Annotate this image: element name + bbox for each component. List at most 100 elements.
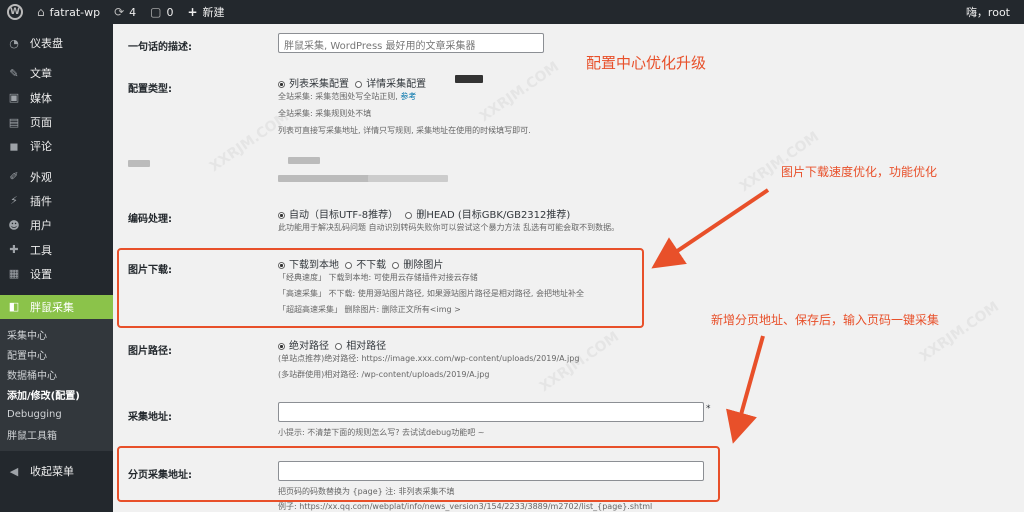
radio-label: 绝对路径 xyxy=(289,341,329,352)
sidebar-item-label: 外观 xyxy=(30,170,52,184)
radio-no-download[interactable]: 不下载 xyxy=(345,260,386,271)
help-text: 全站采集: 采集范围处写全站正则, xyxy=(278,92,398,101)
sidebar-item-label: 胖鼠采集 xyxy=(30,300,74,314)
wordpress-logo-icon: W xyxy=(7,4,23,20)
sidebar-item-dashboard[interactable]: ◔ 仪表盘 xyxy=(0,31,113,55)
admin-bar: W ⌂ fatrat-wp ⟳ 4 ▢ 0 + 新建 嗨，root xyxy=(0,0,1024,24)
radio-label: 删除图片 xyxy=(403,260,444,271)
help-text: (单站点推荐)绝对路径: https://image.xxx.com/wp-co… xyxy=(278,354,580,363)
radio-delete-images[interactable]: 删除图片 xyxy=(392,260,443,271)
watermark: XXRJM.COM xyxy=(916,298,1003,366)
radio-checked-icon xyxy=(278,81,285,88)
sidebar-item-comments[interactable]: ◼ 评论 xyxy=(0,134,113,158)
wordpress-logo-button[interactable]: W xyxy=(0,0,30,24)
submenu-item-add-edit-config[interactable]: 添加/修改(配置) xyxy=(0,385,113,405)
fatrat-submenu: 采集中心 配置中心 数据桶中心 添加/修改(配置) Debugging 胖鼠工具… xyxy=(0,318,113,451)
comment-icon: ▢ xyxy=(150,5,162,19)
config-type-options: 列表采集配置 详情采集配置 xyxy=(278,75,426,90)
help-text: 「高速采集」 不下载: 使用源站图片路径, 如果源站图片路径是相对路径, 会把地… xyxy=(278,289,584,298)
sidebar-item-appearance[interactable]: ✐ 外观 xyxy=(0,164,113,188)
settings-icon: ▦ xyxy=(8,267,20,281)
radio-download-local[interactable]: 下载到本地 xyxy=(278,260,339,271)
media-icon: ▣ xyxy=(8,91,20,105)
sidebar-item-media[interactable]: ▣ 媒体 xyxy=(0,86,113,110)
pin-icon: ✎ xyxy=(9,66,19,80)
watermark: XXRJM.COM xyxy=(736,128,823,196)
admin-sidebar: ◔ 仪表盘 ✎ 文章 ▣ 媒体 ▤ 页面 ◼ 评论 ✐ 外观 ⚡ 插件 ☻ 用户… xyxy=(0,24,113,512)
sidebar-item-plugins[interactable]: ⚡ 插件 xyxy=(0,189,113,213)
updates-count: 4 xyxy=(129,5,137,19)
paging-url-label: 分页采集地址: xyxy=(128,470,192,481)
sidebar-item-label: 文章 xyxy=(30,67,52,81)
refresh-icon: ⟳ xyxy=(114,5,125,19)
sidebar-item-label: 工具 xyxy=(30,243,52,257)
redacted-block xyxy=(368,175,448,182)
radio-label: 列表采集配置 xyxy=(289,79,349,90)
radio-relative-path[interactable]: 相对路径 xyxy=(335,341,386,352)
sidebar-item-label: 媒体 xyxy=(30,91,52,105)
user-icon: ☻ xyxy=(8,218,20,232)
home-icon: ⌂ xyxy=(37,5,45,19)
sidebar-item-label: 插件 xyxy=(30,194,52,208)
main-content: XXRJM.COM XXRJM.COM XXRJM.COM XXRJM.COM … xyxy=(113,24,1024,512)
new-content-link[interactable]: + 新建 xyxy=(180,0,231,24)
sidebar-item-label: 页面 xyxy=(30,116,52,130)
help-text: 「经典速度」 下载到本地: 可使用云存储插件对接云存储 xyxy=(278,273,478,282)
updates-link[interactable]: ⟳ 4 xyxy=(107,0,143,24)
description-input[interactable]: 胖鼠采集, WordPress 最好用的文章采集器 xyxy=(278,33,544,53)
comment-icon: ◼ xyxy=(9,139,19,153)
radio-detail-config[interactable]: 详情采集配置 xyxy=(355,79,426,90)
reference-link[interactable]: 参考 xyxy=(400,92,416,101)
submenu-item-data-bucket[interactable]: 数据桶中心 xyxy=(0,365,113,385)
config-type-help: 全站采集: 采集范围处写全站正则, 参考 全站采集: 采集规则处不填 列表可直接… xyxy=(278,90,778,138)
sidebar-item-label: 设置 xyxy=(30,267,52,281)
radio-label: 相对路径 xyxy=(346,341,387,352)
sidebar-item-pages[interactable]: ▤ 页面 xyxy=(0,110,113,134)
dashboard-icon: ◔ xyxy=(9,36,19,50)
help-text: 全站采集: 采集规则处不填 xyxy=(278,109,372,118)
sidebar-item-users[interactable]: ☻ 用户 xyxy=(0,213,113,237)
image-path-help: (单站点推荐)绝对路径: https://image.xxx.com/wp-co… xyxy=(278,352,658,382)
arrow-to-paging-url xyxy=(726,335,765,444)
paging-url-input[interactable] xyxy=(278,461,704,481)
collapse-menu-label: 收起菜单 xyxy=(30,465,74,479)
radio-label: 自动（目标UTF-8推荐） xyxy=(289,210,399,221)
site-name: fatrat-wp xyxy=(49,5,101,19)
annotation-title: 配置中心优化升级 xyxy=(586,54,707,72)
radio-auto-encoding[interactable]: 自动（目标UTF-8推荐） xyxy=(278,210,398,221)
radio-absolute-path[interactable]: 绝对路径 xyxy=(278,341,329,352)
comments-count: 0 xyxy=(166,5,174,19)
radio-list-config[interactable]: 列表采集配置 xyxy=(278,79,349,90)
submenu-item-config-center[interactable]: 配置中心 xyxy=(0,345,113,365)
wrench-icon: ✚ xyxy=(9,243,19,257)
redacted-block xyxy=(455,75,483,83)
radio-label: 下载到本地 xyxy=(289,260,339,271)
user-greeting: 嗨，root xyxy=(965,6,1010,19)
encoding-help: 此功能用于解决乱码问题 自动识别转码失败你可以尝试这个暴力方法 乱选有可能会取不… xyxy=(278,223,620,232)
radio-delete-head[interactable]: 删HEAD (目标GBK/GB2312推荐) xyxy=(405,210,570,221)
user-account-link[interactable]: 嗨，root xyxy=(959,0,1024,24)
submenu-item-toolbox[interactable]: 胖鼠工具箱 xyxy=(0,425,113,445)
sidebar-item-label: 仪表盘 xyxy=(30,37,63,51)
radio-unchecked-icon xyxy=(335,343,343,350)
collect-url-input[interactable] xyxy=(278,402,704,422)
submenu-item-debugging[interactable]: Debugging xyxy=(0,405,113,425)
site-name-link[interactable]: ⌂ fatrat-wp xyxy=(30,0,107,24)
collect-url-help: 小提示: 不清楚下面的规则怎么写? 去试试debug功能吧 ~ xyxy=(278,428,485,437)
radio-unchecked-icon xyxy=(392,262,400,269)
radio-label: 详情采集配置 xyxy=(366,79,427,90)
sidebar-item-label: 评论 xyxy=(30,140,52,154)
sidebar-item-posts[interactable]: ✎ 文章 xyxy=(0,61,113,85)
annotation-image-note: 图片下载速度优化，功能优化 xyxy=(781,165,938,179)
help-text: 列表可直接写采集地址, 详情只写规则, 采集地址在使用的时候填写即可. xyxy=(278,126,531,135)
sidebar-item-tools[interactable]: ✚ 工具 xyxy=(0,237,113,261)
collect-url-label: 采集地址: xyxy=(128,412,172,423)
submenu-item-collect-center[interactable]: 采集中心 xyxy=(0,325,113,345)
sidebar-item-fatrat[interactable]: ◧ 胖鼠采集 xyxy=(0,294,113,319)
sidebar-item-settings[interactable]: ▦ 设置 xyxy=(0,262,113,286)
radio-label: 删HEAD (目标GBK/GB2312推荐) xyxy=(416,210,571,221)
plus-icon: + xyxy=(187,5,198,19)
collapse-menu-button[interactable]: ◀ 收起菜单 xyxy=(0,459,113,483)
comments-link[interactable]: ▢ 0 xyxy=(143,0,180,24)
radio-checked-icon xyxy=(278,262,285,269)
